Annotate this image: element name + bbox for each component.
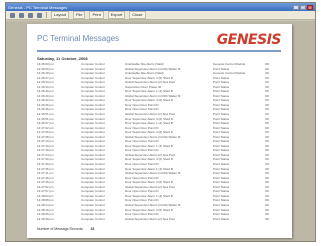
report-footer: Number of Message Records: 33 [37,227,94,231]
message-list: 14:46:00 pm Computer Control Unlockable Si… [37,62,281,221]
toolbar-export-button[interactable]: Export [107,11,126,19]
last-page-icon[interactable] [37,12,42,18]
window-title: Genesis - PC Terminal Messages [8,4,68,10]
report-date: Saturday, 11 October, 2008 [37,56,88,61]
row-time: 14:48:30 pm [37,216,54,221]
title-bar[interactable]: Genesis - PC Terminal Messages _ □ × [6,3,315,11]
header-divider [37,50,281,52]
toolbar-file-button[interactable]: File [73,11,86,19]
toolbar-close-button[interactable]: Close [129,11,146,19]
toolbar-separator [46,12,47,18]
table-row: 14:48:30 pm Computer Control Global Superv… [37,217,281,222]
close-window-button[interactable]: × [307,4,313,10]
toolbar-print-button[interactable]: Print [89,11,104,19]
prev-page-icon[interactable] [19,12,24,18]
maximize-button[interactable]: □ [300,4,306,10]
report-title: PC Terminal Messages [37,34,120,43]
report-page: PC Terminal Messages GENESIS Saturday, 1… [27,24,292,238]
first-page-icon[interactable] [10,12,15,18]
row-type: Point Status [213,216,230,221]
row-source: Computer Control [81,216,105,221]
window-controls: _ □ × [293,4,313,10]
footer-label: Number of Message Records: [37,227,84,231]
report-header: PC Terminal Messages GENESIS [37,32,282,49]
row-message: Global Supervisor Alarm (2) Spa Pool [125,216,175,221]
report-toolbar: Layout File Print Export Close [6,11,315,20]
report-viewer-window: Genesis - PC Terminal Messages _ □ × Lay… [5,2,316,242]
footer-count: 33 [90,227,95,231]
minimize-button[interactable]: _ [293,4,299,10]
document-area[interactable]: PC Terminal Messages GENESIS Saturday, 1… [6,21,315,241]
row-status: OK [265,216,270,221]
toolbar-layout-button[interactable]: Layout [51,11,70,19]
genesis-logo: GENESIS [216,32,282,48]
next-page-icon[interactable] [28,12,33,18]
